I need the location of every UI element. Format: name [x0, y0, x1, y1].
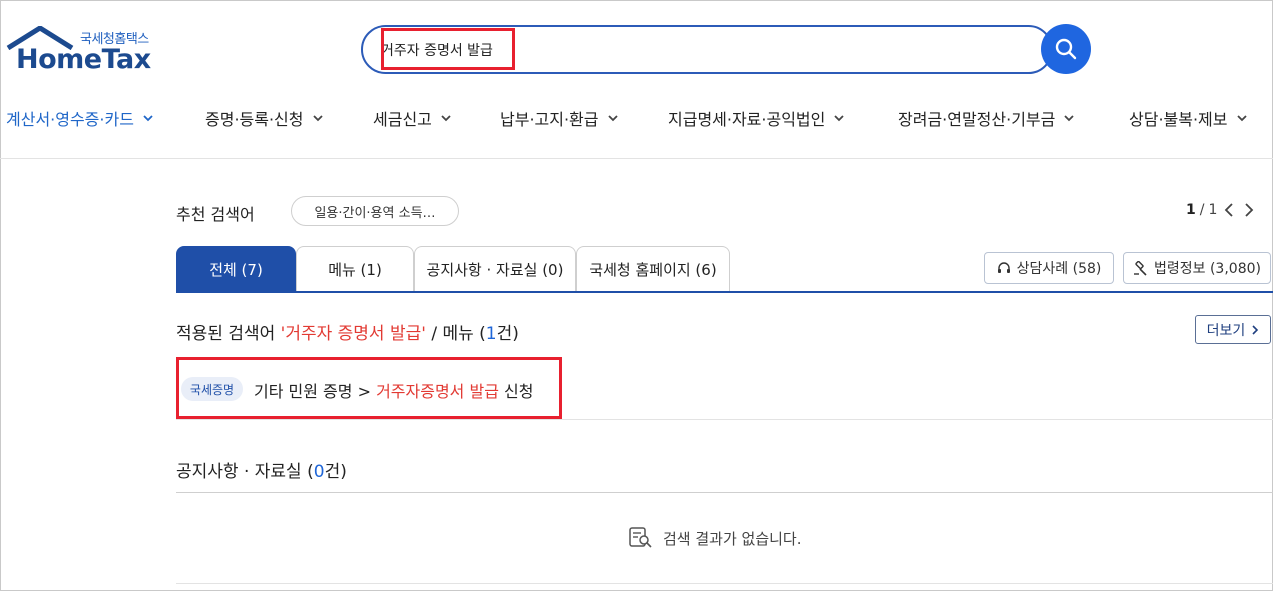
nav-item-label: 지급명세·자료·공익법인 — [668, 110, 826, 129]
chevron-down-icon — [441, 115, 451, 122]
notice-bottom-divider — [176, 583, 1273, 584]
search-input[interactable] — [381, 37, 1021, 63]
chevron-right-icon[interactable] — [1241, 200, 1257, 220]
hometax-logo[interactable]: 국세청홈택스 HomeTax — [6, 24, 156, 76]
chevron-down-icon — [1064, 115, 1075, 122]
tab-nts-homepage[interactable]: 국세청 홈페이지 (6) — [576, 246, 730, 292]
chevron-down-icon — [143, 115, 153, 122]
chevron-right-icon — [1252, 324, 1259, 335]
result-tail: 신청 — [498, 382, 534, 401]
tab-all[interactable]: 전체 (7) — [176, 246, 296, 292]
consult-cases-button[interactable]: 상담사례 (58) — [984, 252, 1114, 284]
document-search-icon — [629, 527, 652, 548]
result-path: 기타 민원 증명 > — [254, 382, 377, 401]
notice-top-divider — [176, 492, 1273, 493]
chevron-down-icon — [607, 115, 618, 122]
tab-underline — [176, 291, 1273, 293]
nav-item-tax-report[interactable]: 세금신고 — [373, 106, 452, 130]
search-box — [361, 25, 1053, 74]
law-info-button[interactable]: 법령정보 (3,080) — [1123, 252, 1271, 284]
notice-heading-prefix: 공지사항 · 자료실 ( — [176, 462, 314, 482]
result-highlight: 거주자증명서 발급 — [376, 382, 499, 401]
nav-item-label: 세금신고 — [373, 110, 432, 129]
headset-icon — [997, 262, 1010, 273]
result-divider — [176, 419, 1273, 420]
recommended-pager: 1 / 1 — [1186, 200, 1257, 220]
nav-item-statements[interactable]: 지급명세·자료·공익법인 — [668, 106, 845, 130]
nav-item-incentives[interactable]: 장려금·연말정산·기부금 — [898, 106, 1075, 130]
pager-current: 1 — [1186, 202, 1196, 218]
result-count: 1 — [485, 324, 497, 344]
recommended-keyword-chip[interactable]: 일용·간이·용역 소득… — [291, 196, 459, 226]
more-button[interactable]: 더보기 — [1195, 315, 1271, 344]
result-link[interactable]: 기타 민원 증명 > 거주자증명서 발급 신청 — [254, 378, 533, 402]
result-heading-prefix: 적용된 검색어 — [176, 324, 281, 344]
nav-item-label: 증명·등록·신청 — [205, 110, 304, 129]
nav-item-label: 장려금·연말정산·기부금 — [898, 110, 1056, 129]
chevron-down-icon — [312, 115, 323, 122]
result-keyword: '거주자 증명서 발급' — [280, 324, 426, 344]
empty-message: 검색 결과가 없습니다. — [663, 529, 802, 548]
page-frame — [0, 0, 1273, 591]
search-button[interactable] — [1041, 24, 1091, 74]
main-nav: 계산서·영수증·카드 증명·등록·신청 세금신고 납부·고지·환급 지급명세·자… — [0, 98, 1273, 138]
chevron-down-icon — [1236, 115, 1247, 122]
chevron-down-icon — [834, 115, 845, 122]
nav-item-label: 상담·불복·제보 — [1129, 110, 1228, 129]
consult-cases-label: 상담사례 (58) — [1016, 261, 1102, 277]
logo-title: HomeTax — [16, 44, 151, 75]
law-info-label: 법령정보 (3,080) — [1154, 261, 1261, 277]
notice-heading: 공지사항 · 자료실 (0건) — [176, 457, 347, 482]
header-divider — [0, 158, 1273, 159]
result-heading-suffix: 건) — [496, 324, 519, 344]
nav-item-certificate[interactable]: 증명·등록·신청 — [205, 106, 324, 130]
pager-total: 1 — [1208, 202, 1218, 218]
pager-separator: / — [1199, 202, 1205, 218]
nav-item-label: 납부·고지·환급 — [500, 110, 599, 129]
tab-notice[interactable]: 공지사항 · 자료실 (0) — [414, 246, 576, 292]
more-label: 더보기 — [1206, 322, 1246, 339]
notice-heading-suffix: 건) — [324, 462, 347, 482]
empty-state: 검색 결과가 없습니다. — [629, 527, 802, 549]
tab-menu[interactable]: 메뉴 (1) — [296, 246, 414, 292]
nav-item-consult[interactable]: 상담·불복·제보 — [1129, 106, 1248, 130]
gavel-icon — [1134, 260, 1147, 276]
nav-item-invoice[interactable]: 계산서·영수증·카드 — [6, 106, 154, 130]
result-category-badge: 국세증명 — [181, 377, 243, 401]
recommended-label: 추천 검색어 — [176, 205, 255, 224]
notice-count: 0 — [313, 462, 325, 482]
result-heading: 적용된 검색어 '거주자 증명서 발급' / 메뉴 (1건) — [176, 319, 519, 344]
nav-item-payment[interactable]: 납부·고지·환급 — [500, 106, 619, 130]
nav-item-label: 계산서·영수증·카드 — [6, 110, 134, 129]
result-heading-middle: / 메뉴 ( — [425, 324, 486, 344]
search-icon — [1055, 38, 1077, 60]
chevron-left-icon[interactable] — [1221, 200, 1237, 220]
